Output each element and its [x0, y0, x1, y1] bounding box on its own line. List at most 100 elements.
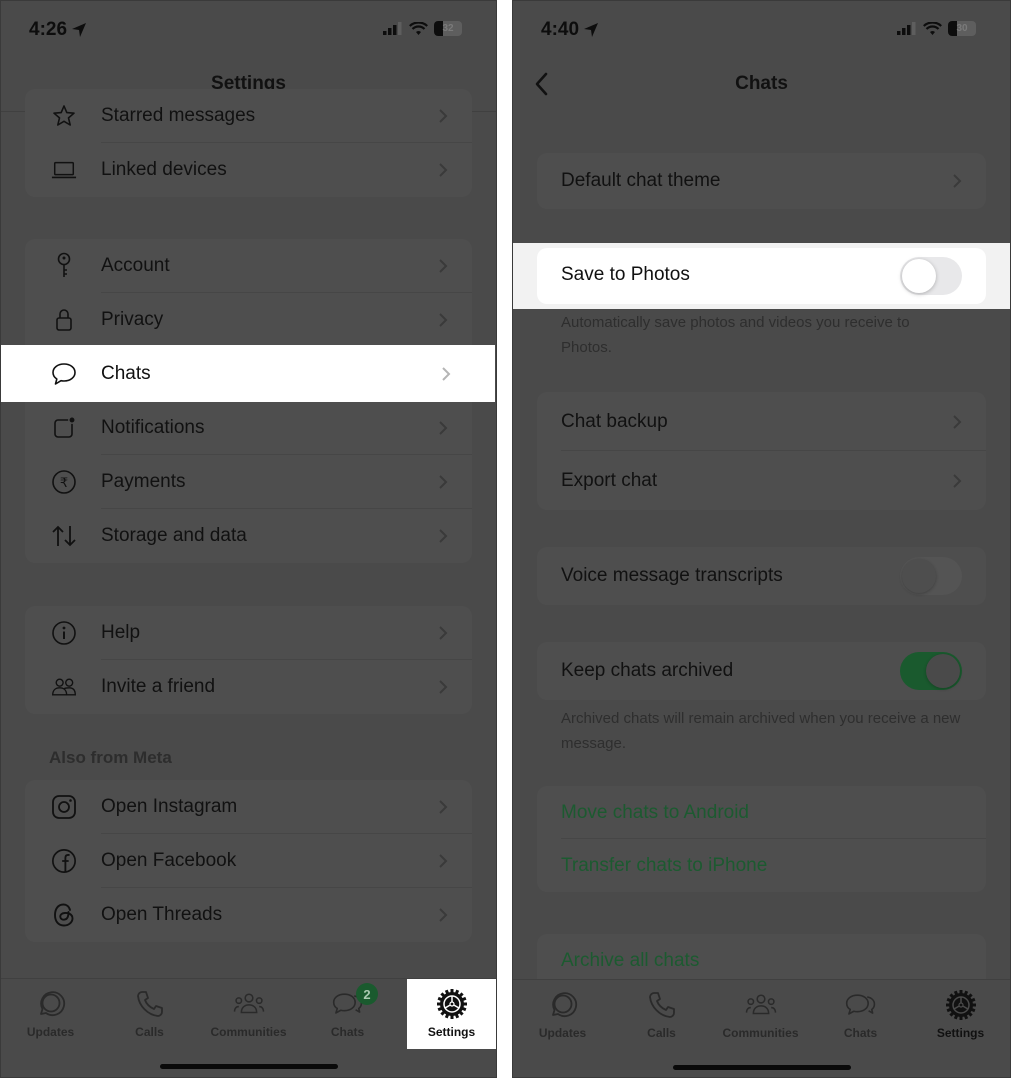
- chevron-right-icon: [439, 163, 448, 177]
- settings-item-storage-and-data[interactable]: Storage and data: [25, 509, 472, 563]
- status-time: 4:40: [541, 19, 599, 41]
- voice-group: Voice message transcripts: [537, 547, 986, 605]
- tab-chats[interactable]: Chats: [811, 980, 910, 1052]
- tab-updates[interactable]: Updates: [513, 980, 612, 1052]
- theme-group: Default chat theme: [537, 153, 986, 209]
- tab-bar: Updates Calls Communities Chats Settings: [513, 979, 1010, 1077]
- signal-icon: [897, 22, 916, 35]
- settings-item-linked-devices[interactable]: Linked devices: [25, 143, 472, 197]
- location-arrow-icon: [72, 23, 87, 37]
- chevron-right-icon: [439, 908, 448, 922]
- status-bar: 4:40 30: [513, 1, 1010, 59]
- tab-calls[interactable]: Calls: [612, 980, 711, 1052]
- save-to-photos-note: Automatically save photos and videos you…: [561, 314, 910, 356]
- chevron-right-icon: [953, 174, 962, 188]
- tab-calls[interactable]: Calls: [100, 979, 199, 1051]
- section-label-also-from-meta: Also from Meta: [49, 748, 172, 767]
- lock-icon: [51, 307, 77, 333]
- tab-bar: Updates Calls Communities Chats 2 Settin…: [1, 978, 496, 1077]
- chevron-right-icon: [439, 259, 448, 273]
- tab-settings[interactable]: Settings: [407, 979, 496, 1049]
- chevron-right-icon: [442, 366, 451, 381]
- arrows-updown-icon: [51, 523, 77, 549]
- status-icons: 32: [383, 21, 462, 36]
- chevron-right-icon: [953, 414, 962, 429]
- chevron-right-icon: [953, 473, 962, 488]
- meta-item-facebook[interactable]: Open Facebook: [25, 834, 472, 888]
- settings-gear-icon: [944, 988, 978, 1022]
- default-chat-theme-item[interactable]: Default chat theme: [537, 153, 986, 209]
- chats-icon: [844, 988, 878, 1022]
- home-indicator: [159, 1064, 338, 1069]
- chevron-right-icon: [439, 800, 448, 814]
- chevron-right-icon: [439, 680, 448, 694]
- key-icon: [51, 252, 77, 279]
- chevron-right-icon: [439, 475, 448, 489]
- location-arrow-icon: [584, 23, 599, 37]
- status-time: 4:26: [29, 19, 87, 41]
- notification-icon: [51, 415, 77, 441]
- meta-group: Open Instagram Open Facebook Open Thread…: [25, 780, 472, 942]
- settings-item-help[interactable]: Help: [25, 606, 472, 660]
- settings-item-invite-a-friend[interactable]: Invite a friend: [25, 660, 472, 714]
- settings-item-notifications[interactable]: Notifications: [25, 401, 472, 455]
- tab-settings[interactable]: Settings: [911, 980, 1010, 1052]
- settings-item-starred-messages[interactable]: Starred messages: [25, 89, 472, 143]
- chats-settings-screen: 4:40 30 Chats Default chat theme Save to…: [512, 0, 1011, 1078]
- rupee-icon: ₹: [51, 469, 77, 495]
- chat-backup-item[interactable]: Chat backup: [537, 392, 986, 451]
- tab-communities[interactable]: Communities: [711, 980, 810, 1052]
- battery-indicator: 32: [434, 21, 462, 36]
- chat-bubble-icon: [51, 361, 77, 387]
- threads-icon: [51, 902, 77, 928]
- tab-communities[interactable]: Communities: [199, 979, 298, 1051]
- transfer-group: Move chats to Android Transfer chats to …: [537, 786, 986, 892]
- backup-group: Chat backup Export chat: [537, 392, 986, 510]
- settings-item-chats[interactable]: Chats: [1, 345, 495, 402]
- phone-icon: [133, 987, 167, 1021]
- settings-gear-icon: [435, 987, 469, 1021]
- instagram-icon: [51, 794, 77, 820]
- wifi-icon: [409, 21, 428, 35]
- meta-item-threads[interactable]: Open Threads: [25, 888, 472, 942]
- star-icon: [51, 103, 77, 129]
- facebook-icon: [51, 848, 77, 874]
- phone-icon: [645, 988, 679, 1022]
- svg-text:₹: ₹: [60, 476, 68, 491]
- settings-group-3: Help Invite a friend: [25, 606, 472, 714]
- page-title: Chats: [735, 73, 788, 94]
- chevron-right-icon: [439, 109, 448, 123]
- chevron-right-icon: [439, 529, 448, 543]
- laptop-icon: [51, 157, 77, 183]
- meta-item-instagram[interactable]: Open Instagram: [25, 780, 472, 834]
- keep-chats-archived-item: Keep chats archived: [537, 642, 986, 700]
- battery-indicator: 30: [948, 21, 976, 36]
- chevron-right-icon: [439, 626, 448, 640]
- keep-chats-archived-toggle[interactable]: [900, 652, 962, 690]
- move-chats-to-android-link[interactable]: Move chats to Android: [537, 786, 986, 839]
- chevron-right-icon: [439, 313, 448, 327]
- export-chat-item[interactable]: Export chat: [537, 451, 986, 510]
- keep-archived-note: Archived chats will remain archived when…: [561, 710, 961, 752]
- save-to-photos-toggle[interactable]: [900, 257, 962, 295]
- tab-chats[interactable]: Chats 2: [298, 979, 397, 1051]
- status-icons: 30: [897, 21, 976, 36]
- updates-icon: [546, 988, 580, 1022]
- settings-group-1: Starred messages Linked devices: [25, 89, 472, 197]
- settings-screen: 4:26 32 Settings Starred messages Linked…: [0, 0, 497, 1078]
- unread-badge: 2: [356, 983, 378, 1005]
- voice-transcripts-toggle[interactable]: [900, 557, 962, 595]
- save-to-photos-item: Save to Photos: [537, 248, 986, 304]
- settings-item-payments[interactable]: ₹ Payments: [25, 455, 472, 509]
- updates-icon: [34, 987, 68, 1021]
- archive-setting-group: Keep chats archived: [537, 642, 986, 700]
- transfer-chats-to-iphone-link[interactable]: Transfer chats to iPhone: [537, 839, 986, 892]
- tab-updates[interactable]: Updates: [1, 979, 100, 1051]
- chevron-right-icon: [439, 421, 448, 435]
- settings-item-account[interactable]: Account: [25, 239, 472, 293]
- communities-icon: [232, 987, 266, 1021]
- signal-icon: [383, 22, 402, 35]
- communities-icon: [744, 988, 778, 1022]
- wifi-icon: [923, 21, 942, 35]
- settings-item-privacy[interactable]: Privacy: [25, 293, 472, 347]
